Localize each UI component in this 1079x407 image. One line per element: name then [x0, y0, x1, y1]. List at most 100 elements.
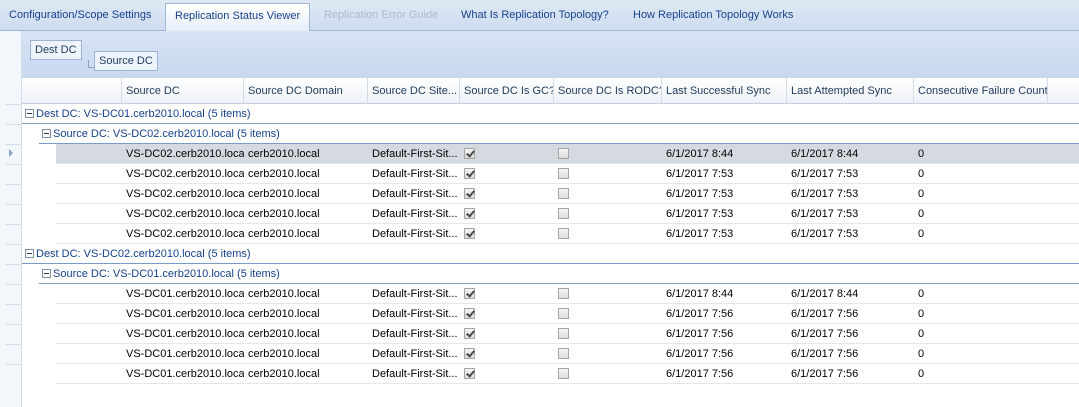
- tab-what-is-replication-topology[interactable]: What Is Replication Topology?: [452, 3, 618, 31]
- cell-last-successful-sync: 6/1/2017 8:44: [666, 288, 734, 300]
- collapse-icon[interactable]: [42, 269, 51, 278]
- group-row-dest-dc[interactable]: Dest DC: VS-DC02.cerb2010.local (5 items…: [22, 244, 1079, 264]
- column-header-last-attempted-sync[interactable]: Last Attempted Sync: [787, 78, 914, 104]
- cell-last-successful-sync: 6/1/2017 7:53: [666, 168, 734, 180]
- collapse-icon[interactable]: [25, 109, 34, 118]
- is-rodc-checkbox[interactable]: [558, 228, 569, 239]
- cell-last-successful-sync: 6/1/2017 7:56: [666, 348, 734, 360]
- collapse-icon[interactable]: [42, 129, 51, 138]
- is-gc-checkbox[interactable]: [464, 228, 475, 239]
- cell-last-attempted-sync: 6/1/2017 7:56: [791, 308, 859, 320]
- cell-consecutive-failure-count: 0: [918, 188, 925, 200]
- cell-source-dc-site: Default-First-Sit...: [372, 228, 458, 240]
- tab-strip: Configuration/Scope Settings Replication…: [0, 0, 1079, 31]
- column-header-row: Source DC Source DC Domain Source DC Site.…: [22, 78, 1079, 104]
- cell-source-dc-domain: cerb2010.local: [248, 208, 320, 220]
- cell-source-dc-domain: cerb2010.local: [248, 148, 320, 160]
- is-rodc-checkbox[interactable]: [558, 368, 569, 379]
- tab-configuration-scope-settings[interactable]: Configuration/Scope Settings: [0, 3, 160, 31]
- cell-last-attempted-sync: 6/1/2017 7:53: [791, 208, 859, 220]
- table-row[interactable]: VS-DC01.cerb2010.local cerb2010.local Defa…: [56, 304, 1079, 324]
- column-header-consecutive-failure-count[interactable]: Consecutive Failure Count: [914, 78, 1048, 104]
- column-header-last-successful-sync[interactable]: Last Successful Sync: [662, 78, 787, 104]
- row-indicator-divider: [6, 284, 22, 285]
- is-rodc-checkbox[interactable]: [558, 348, 569, 359]
- row-indicator-divider: [6, 364, 22, 365]
- table-row[interactable]: VS-DC02.cerb2010.local cerb2010.local Defa…: [56, 164, 1079, 184]
- is-gc-checkbox[interactable]: [464, 288, 475, 299]
- is-gc-checkbox[interactable]: [464, 368, 475, 379]
- is-gc-checkbox[interactable]: [464, 308, 475, 319]
- cell-last-attempted-sync: 6/1/2017 7:56: [791, 368, 859, 380]
- is-gc-checkbox[interactable]: [464, 348, 475, 359]
- row-indicator-divider: [6, 264, 22, 265]
- group-by-panel: Dest DC Source DC: [22, 31, 1079, 78]
- cell-source-dc-site: Default-First-Sit...: [372, 188, 458, 200]
- group-row-source-dc[interactable]: Source DC: VS-DC02.cerb2010.local (5 ite…: [39, 124, 1079, 144]
- cell-source-dc-site: Default-First-Sit...: [372, 328, 458, 340]
- cell-consecutive-failure-count: 0: [918, 148, 925, 160]
- row-indicator-divider: [6, 144, 22, 145]
- is-gc-checkbox[interactable]: [464, 188, 475, 199]
- is-rodc-checkbox[interactable]: [558, 288, 569, 299]
- table-row[interactable]: VS-DC02.cerb2010.local cerb2010.local Defa…: [56, 204, 1079, 224]
- is-gc-checkbox[interactable]: [464, 148, 475, 159]
- group-row-dest-dc[interactable]: Dest DC: VS-DC01.cerb2010.local (5 items…: [22, 104, 1079, 124]
- cell-source-dc-domain: cerb2010.local: [248, 168, 320, 180]
- tab-how-replication-topology-works[interactable]: How Replication Topology Works: [624, 3, 802, 31]
- is-gc-checkbox[interactable]: [464, 168, 475, 179]
- table-row[interactable]: VS-DC01.cerb2010.local cerb2010.local Defa…: [56, 284, 1079, 304]
- cell-source-dc-site: Default-First-Sit...: [372, 308, 458, 320]
- collapse-icon[interactable]: [25, 249, 34, 258]
- column-header-source-dc-site[interactable]: Source DC Site...: [368, 78, 460, 104]
- cell-source-dc-site: Default-First-Sit...: [372, 288, 458, 300]
- cell-source-dc: VS-DC02.cerb2010.local: [126, 188, 244, 200]
- table-row[interactable]: VS-DC02.cerb2010.local cerb2010.local Defa…: [56, 184, 1079, 204]
- group-label-dest-dc: Dest DC: VS-DC01.cerb2010.local (5 items…: [36, 108, 251, 120]
- cell-source-dc-site: Default-First-Sit...: [372, 168, 458, 180]
- tab-replication-error-guide: Replication Error Guide: [324, 9, 439, 21]
- column-header-group-spacer: [22, 78, 122, 104]
- is-rodc-checkbox[interactable]: [558, 168, 569, 179]
- is-rodc-checkbox[interactable]: [558, 328, 569, 339]
- table-row[interactable]: VS-DC01.cerb2010.local cerb2010.local Defa…: [56, 324, 1079, 344]
- column-header-source-dc[interactable]: Source DC: [122, 78, 244, 104]
- group-chip-dest-dc[interactable]: Dest DC: [30, 40, 82, 60]
- is-rodc-checkbox[interactable]: [558, 308, 569, 319]
- is-rodc-checkbox[interactable]: [558, 208, 569, 219]
- row-indicator-divider: [6, 344, 22, 345]
- row-indicator-divider: [6, 184, 22, 185]
- row-indicator-column: [0, 31, 22, 407]
- row-indicator-divider: [6, 204, 22, 205]
- cell-consecutive-failure-count: 0: [918, 328, 925, 340]
- table-row[interactable]: VS-DC01.cerb2010.local cerb2010.local Defa…: [56, 344, 1079, 364]
- column-header-source-dc-is-gc[interactable]: Source DC Is GC?: [460, 78, 554, 104]
- cell-source-dc: VS-DC01.cerb2010.local: [126, 348, 244, 360]
- group-row-source-dc[interactable]: Source DC: VS-DC01.cerb2010.local (5 ite…: [39, 264, 1079, 284]
- tab-replication-status-viewer[interactable]: Replication Status Viewer: [165, 3, 311, 31]
- cell-last-attempted-sync: 6/1/2017 7:53: [791, 228, 859, 240]
- cell-source-dc: VS-DC02.cerb2010.local: [126, 228, 244, 240]
- cell-source-dc-domain: cerb2010.local: [248, 288, 320, 300]
- row-indicator-divider: [6, 104, 22, 105]
- is-gc-checkbox[interactable]: [464, 208, 475, 219]
- column-header-source-dc-domain[interactable]: Source DC Domain: [244, 78, 368, 104]
- cell-last-successful-sync: 6/1/2017 7:56: [666, 368, 734, 380]
- cell-source-dc-domain: cerb2010.local: [248, 188, 320, 200]
- cell-source-dc-site: Default-First-Sit...: [372, 148, 458, 160]
- table-row[interactable]: VS-DC02.cerb2010.local cerb2010.local Defa…: [56, 144, 1079, 164]
- group-chip-source-dc[interactable]: Source DC: [94, 51, 158, 71]
- cell-source-dc-domain: cerb2010.local: [248, 348, 320, 360]
- is-rodc-checkbox[interactable]: [558, 188, 569, 199]
- cell-source-dc: VS-DC01.cerb2010.local: [126, 328, 244, 340]
- table-row[interactable]: VS-DC01.cerb2010.local cerb2010.local Defa…: [56, 364, 1079, 384]
- column-header-source-dc-is-rodc[interactable]: Source DC Is RODC?: [554, 78, 662, 104]
- cell-source-dc-site: Default-First-Sit...: [372, 208, 458, 220]
- cell-consecutive-failure-count: 0: [918, 168, 925, 180]
- is-gc-checkbox[interactable]: [464, 328, 475, 339]
- cell-source-dc: VS-DC02.cerb2010.local: [126, 148, 244, 160]
- cell-last-attempted-sync: 6/1/2017 7:53: [791, 168, 859, 180]
- cell-source-dc: VS-DC01.cerb2010.local: [126, 308, 244, 320]
- is-rodc-checkbox[interactable]: [558, 148, 569, 159]
- table-row[interactable]: VS-DC02.cerb2010.local cerb2010.local Defa…: [56, 224, 1079, 244]
